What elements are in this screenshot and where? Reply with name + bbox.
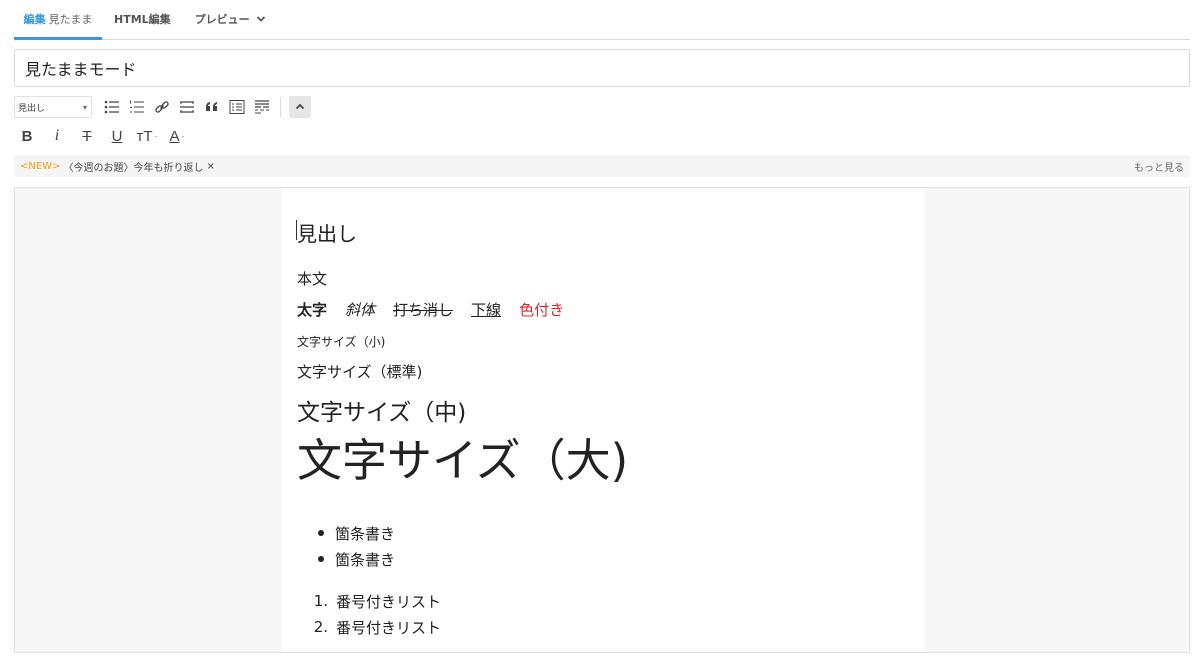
numbered-list-icon bbox=[130, 100, 144, 113]
text-color-icon: A bbox=[169, 127, 180, 145]
text-color-button[interactable]: A · bbox=[164, 124, 190, 148]
list-item: 1. 番号付きリスト bbox=[297, 588, 441, 614]
content-heading: 見出し bbox=[297, 222, 357, 246]
notice-close-button[interactable]: × bbox=[206, 161, 214, 172]
bullet-list-button[interactable] bbox=[100, 95, 124, 119]
new-badge: <NEW> bbox=[20, 160, 61, 172]
bullet-icon bbox=[318, 556, 324, 562]
tab-html[interactable]: HTML編集 bbox=[114, 0, 171, 39]
strikethrough-button[interactable]: T bbox=[74, 124, 100, 148]
editor-frame: 見出し 本文 太字 斜体 打ち消し 下線 色付き 文字サイズ（小) 文字サイズ（… bbox=[14, 187, 1190, 653]
list-item-text: 番号付きリスト bbox=[336, 592, 442, 611]
chevron-up-icon bbox=[295, 103, 305, 110]
underlined-text: 下線 bbox=[471, 301, 502, 319]
read-more-icon bbox=[255, 100, 269, 114]
font-size-icon: тT bbox=[136, 127, 153, 145]
notice-text[interactable]: 〈今週のお題〉今年も折り返し bbox=[63, 159, 203, 174]
list-item: 2. 番号付きリスト bbox=[297, 614, 441, 640]
list-item-text: 番号付きリスト bbox=[336, 618, 442, 637]
link-icon bbox=[155, 101, 169, 113]
chevron-down-icon bbox=[256, 16, 265, 22]
font-size-button[interactable]: тT · bbox=[134, 124, 160, 148]
toolbar-row-1: 見出し ▾ bbox=[14, 94, 311, 120]
see-more-link[interactable]: もっと見る bbox=[1134, 159, 1184, 174]
notice-bar: <NEW> 〈今週のお題〉今年も折り返し × もっと見る bbox=[14, 155, 1190, 177]
quote-icon bbox=[206, 102, 217, 111]
bold-button[interactable]: B bbox=[14, 124, 40, 148]
blockquote-button[interactable] bbox=[200, 95, 224, 119]
list-item-text: 箇条書き bbox=[335, 524, 396, 543]
strikethrough-text: 打ち消し bbox=[393, 301, 454, 319]
editor-tabs: 編集 見たまま HTML編集 プレビュー bbox=[14, 0, 1190, 40]
heading-select[interactable]: 見出し ▾ bbox=[14, 96, 92, 118]
list-item: 箇条書き bbox=[297, 520, 395, 546]
horizontal-rule-button[interactable] bbox=[175, 95, 199, 119]
list-number: 1. bbox=[313, 592, 328, 610]
tab-wysiwyg-label: 編集 bbox=[23, 13, 46, 26]
bullet-list: 箇条書き 箇条書き bbox=[297, 520, 395, 572]
toolbar-row-2: B i T U тT · A · bbox=[14, 124, 190, 148]
dropdown-dot: · bbox=[181, 131, 185, 141]
text-size-small: 文字サイズ（小) bbox=[297, 335, 386, 349]
editor-body[interactable]: 見出し 本文 太字 斜体 打ち消し 下線 色付き 文字サイズ（小) 文字サイズ（… bbox=[282, 188, 924, 652]
bold-text: 太字 bbox=[297, 301, 328, 319]
text-size-large: 文字サイズ（大) bbox=[297, 434, 629, 487]
table-of-contents-icon bbox=[229, 100, 245, 114]
italic-text: 斜体 bbox=[345, 301, 376, 319]
bullet-icon bbox=[318, 530, 324, 536]
tab-wysiwyg-sub: 見たまま bbox=[48, 13, 93, 26]
list-item-text: 箇条書き bbox=[335, 550, 396, 569]
tab-preview-label: プレビュー bbox=[194, 13, 250, 26]
dropdown-dot: · bbox=[154, 131, 158, 141]
read-more-button[interactable] bbox=[250, 95, 274, 119]
list-number: 2. bbox=[313, 618, 328, 636]
collapse-toolbar-button[interactable] bbox=[289, 96, 311, 118]
heading-select-value: 見出し bbox=[18, 103, 46, 114]
tab-preview[interactable]: プレビュー bbox=[195, 0, 266, 39]
title-input[interactable]: 見たままモード bbox=[14, 49, 1190, 87]
bullet-list-icon bbox=[104, 100, 119, 114]
colored-text: 色付き bbox=[519, 301, 565, 319]
tab-wysiwyg[interactable]: 編集 見たまま bbox=[14, 0, 102, 40]
text-size-normal: 文字サイズ（標準) bbox=[297, 363, 423, 381]
content-body-text: 本文 bbox=[297, 270, 328, 288]
toolbar-separator bbox=[280, 97, 281, 117]
list-item: 箇条書き bbox=[297, 546, 395, 572]
table-of-contents-button[interactable] bbox=[225, 95, 249, 119]
select-arrow-icon: ▾ bbox=[82, 102, 87, 112]
underline-button[interactable]: U bbox=[104, 124, 130, 148]
numbered-list-button[interactable] bbox=[125, 95, 149, 119]
italic-button[interactable]: i bbox=[44, 124, 70, 148]
numbered-list: 1. 番号付きリスト 2. 番号付きリスト bbox=[297, 588, 441, 640]
horizontal-rule-icon bbox=[180, 101, 194, 113]
formatting-examples: 太字 斜体 打ち消し 下線 色付き bbox=[297, 299, 564, 320]
text-size-medium: 文字サイズ（中) bbox=[297, 400, 467, 426]
link-button[interactable] bbox=[150, 95, 174, 119]
